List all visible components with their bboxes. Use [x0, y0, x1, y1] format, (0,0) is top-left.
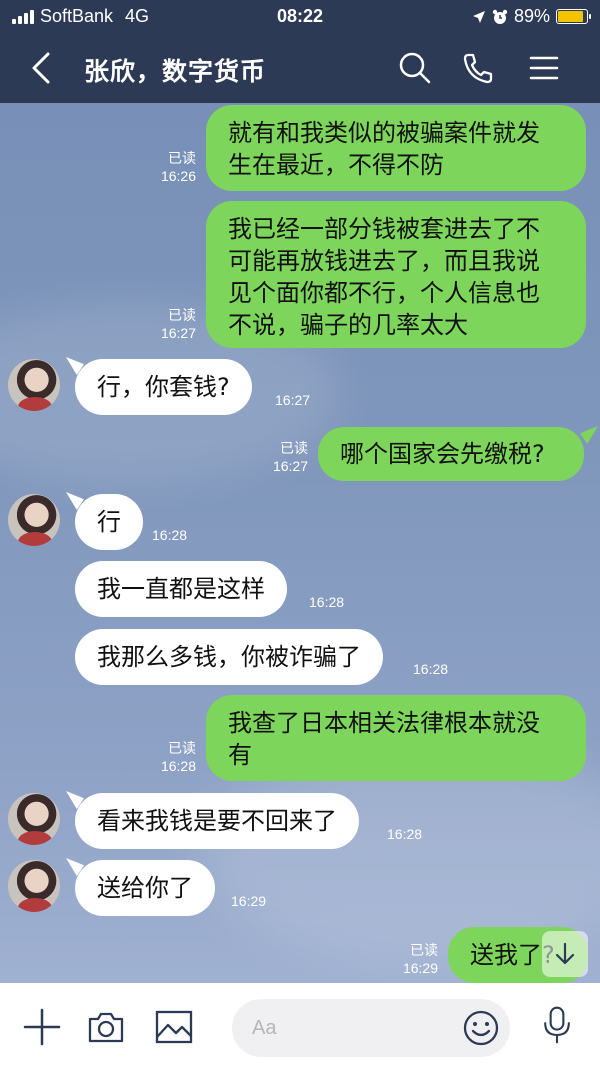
message-time: 16:28	[160, 758, 196, 774]
message-bubble[interactable]: 看来我钱是要不回来了	[75, 793, 359, 849]
message-text: 可能再放钱进去了，而且我说	[228, 247, 540, 275]
message-input-bar	[0, 983, 600, 1068]
message-text: 哪个国家会先缴税?	[340, 440, 545, 468]
read-receipt: 已读	[168, 307, 196, 323]
message-input[interactable]	[252, 1013, 452, 1043]
message-meta: 已读 16:29	[392, 941, 438, 977]
message-bubble[interactable]: 行，你套钱?	[75, 359, 252, 415]
status-right: 89%	[472, 6, 591, 27]
arrow-down-icon	[555, 942, 575, 965]
message-text: 我查了日本相关法律根本就没	[228, 709, 540, 737]
read-receipt: 已读	[410, 942, 438, 958]
microphone-icon[interactable]	[537, 1005, 577, 1045]
location-arrow-icon	[472, 10, 485, 23]
message-time: 16:28	[413, 661, 449, 677]
message-meta: 已读 16:28	[150, 739, 196, 775]
message-text: 看来我钱是要不回来了	[97, 807, 337, 835]
back-chevron-icon[interactable]	[24, 48, 60, 88]
avatar[interactable]	[8, 494, 60, 546]
message-text: 我已经一部分钱被套进去了不	[228, 215, 540, 243]
camera-icon[interactable]	[86, 1007, 126, 1047]
battery-percent: 89%	[513, 6, 550, 26]
status-bar: SoftBank 4G 08:22 89%	[0, 0, 600, 32]
message-time: 16:28	[387, 826, 423, 842]
message-bubble[interactable]: 哪个国家会先缴税?	[318, 427, 584, 481]
message-meta: 已读 16:26	[150, 149, 196, 185]
message-text: 有	[228, 741, 252, 769]
phone-icon[interactable]	[458, 48, 498, 88]
message-bubble[interactable]: 送给你了	[75, 860, 215, 916]
read-receipt: 已读	[280, 440, 308, 456]
emoji-icon[interactable]	[462, 1009, 500, 1047]
scroll-to-bottom-button[interactable]	[542, 931, 588, 977]
message-time: 16:26	[160, 168, 196, 184]
message-text: 送给你了	[97, 874, 193, 902]
message-time: 16:29	[402, 960, 438, 976]
plus-icon[interactable]	[22, 1007, 62, 1047]
message-text: 不说，骗子的几率太大	[228, 311, 468, 339]
message-meta: 已读 16:27	[262, 439, 308, 475]
message-time: 16:28	[309, 594, 345, 610]
message-bubble[interactable]: 就有和我类似的被骗案件就发 生在最近，不得不防	[206, 105, 586, 191]
message-bubble[interactable]: 我已经一部分钱被套进去了不 可能再放钱进去了，而且我说 见个面你都不行，个人信息…	[206, 201, 586, 348]
message-time: 16:27	[160, 325, 196, 341]
chat-title: 张欣，数字货币	[84, 57, 267, 86]
message-bubble[interactable]: 我查了日本相关法律根本就没 有	[206, 695, 586, 781]
message-time: 16:29	[231, 893, 267, 909]
message-input-field[interactable]	[232, 999, 510, 1057]
avatar[interactable]	[8, 860, 60, 912]
menu-icon[interactable]	[524, 48, 564, 88]
message-time: 16:27	[272, 458, 308, 474]
image-icon[interactable]	[154, 1007, 194, 1047]
avatar[interactable]	[8, 359, 60, 411]
message-time: 16:27	[275, 392, 311, 408]
message-text: 行，你套钱?	[97, 373, 230, 401]
message-text: 生在最近，不得不防	[228, 151, 444, 179]
message-meta: 已读 16:27	[150, 306, 196, 342]
message-bubble[interactable]: 行	[75, 494, 143, 550]
message-text: 就有和我类似的被骗案件就发	[228, 119, 540, 147]
battery-icon	[556, 9, 591, 24]
read-receipt: 已读	[168, 740, 196, 756]
avatar[interactable]	[8, 793, 60, 845]
search-icon[interactable]	[395, 48, 435, 88]
message-text: 我一直都是这样	[97, 575, 265, 603]
message-bubble[interactable]: 我一直都是这样	[75, 561, 287, 617]
bubble-tail	[580, 426, 598, 444]
message-text: 见个面你都不行，个人信息也	[228, 279, 540, 307]
message-text: 我那么多钱，你被诈骗了	[97, 643, 361, 671]
alarm-icon	[492, 9, 508, 24]
read-receipt: 已读	[168, 150, 196, 166]
chat-header: 张欣，数字货币	[0, 32, 600, 103]
message-text: 行	[97, 508, 121, 536]
chat-message-area[interactable]: 就有和我类似的被骗案件就发 生在最近，不得不防 已读 16:26 我已经一部分钱…	[0, 103, 600, 983]
message-bubble[interactable]: 我那么多钱，你被诈骗了	[75, 629, 383, 685]
message-time: 16:28	[152, 527, 188, 543]
